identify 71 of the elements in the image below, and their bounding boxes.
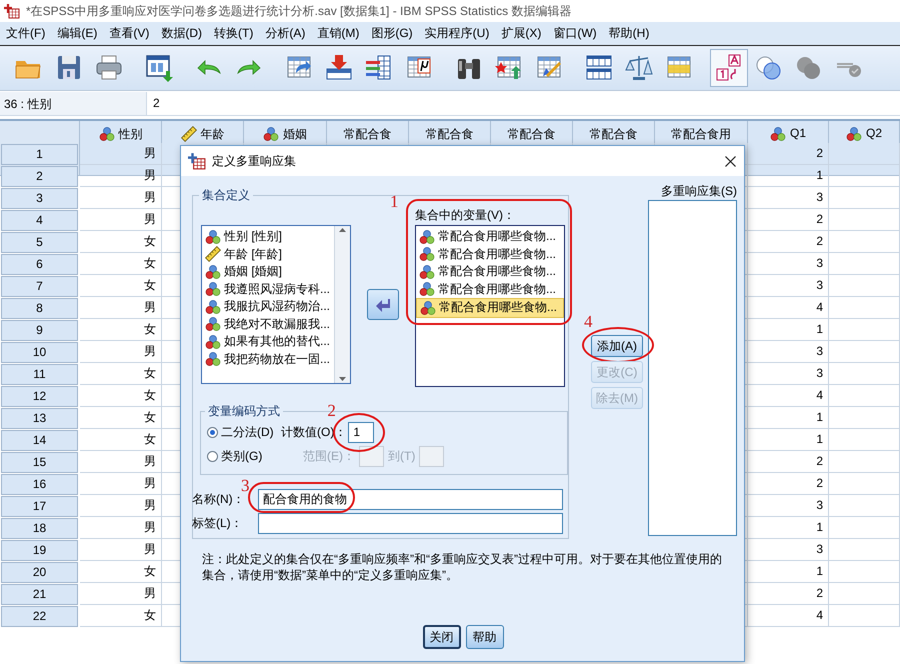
- field-label: 计数值(O)：: [281, 424, 346, 440]
- table-cell: 男: [80, 451, 162, 473]
- field-label: 到(T): [388, 448, 416, 464]
- column-title: 常配合食: [508, 126, 556, 143]
- table-cell: 男: [80, 209, 162, 231]
- field-label: 标签(L)：: [192, 515, 244, 532]
- table-cell: 女: [80, 605, 162, 627]
- table-cell: 女: [80, 407, 162, 429]
- field-label: 名称(N)：: [192, 492, 246, 508]
- field-label: 多重响应集(S): [661, 183, 737, 199]
- field-label: 范围(E)：: [303, 448, 355, 464]
- column-title: 常配合食: [344, 126, 392, 143]
- table-cell: 1: [748, 517, 829, 539]
- table-cell: 3: [748, 495, 829, 517]
- column-title: 年龄: [200, 126, 224, 143]
- table-cell: 1: [748, 319, 829, 341]
- table-cell: 男: [80, 165, 162, 187]
- table-cell: 女: [80, 561, 162, 583]
- table-cell: 3: [748, 253, 829, 275]
- table-cell: 男: [80, 583, 162, 605]
- table-cell: 女: [80, 429, 162, 451]
- table-cell: 男: [80, 539, 162, 561]
- annotation-number: 4: [584, 313, 592, 330]
- table-cell: 4: [748, 605, 829, 627]
- annotation-number: 3: [241, 477, 250, 494]
- table-cell: 女: [80, 253, 162, 275]
- column-title: 婚姻: [283, 126, 307, 143]
- table-cell: 4: [748, 297, 829, 319]
- annotation-number: 2: [327, 402, 336, 418]
- table-cell: 3: [748, 275, 829, 297]
- table-cell: 1: [748, 561, 829, 583]
- annotation-number: 1: [390, 193, 398, 210]
- table-cell: 2: [748, 143, 829, 165]
- column-title: Q2: [866, 126, 882, 140]
- column-title: Q1: [790, 126, 806, 140]
- dialog-title: 定义多重响应集: [212, 152, 296, 170]
- column-title: 常配合食: [590, 126, 638, 143]
- field-label: 集合中的变量(V)：: [415, 207, 516, 223]
- table-cell: 2: [748, 451, 829, 473]
- table-cell: 1: [748, 165, 829, 187]
- table-cell: 女: [80, 363, 162, 385]
- table-cell: 女: [80, 231, 162, 253]
- table-cell: 2: [748, 209, 829, 231]
- table-cell: 女: [80, 385, 162, 407]
- group-title: 变量编码方式: [207, 403, 281, 420]
- table-cell: 男: [80, 187, 162, 209]
- table-cell: 女: [80, 275, 162, 297]
- table-cell: 男: [80, 297, 162, 319]
- table-cell: 女: [80, 319, 162, 341]
- table-cell: 1: [748, 429, 829, 451]
- window-title: *在SPSS中用多重响应对医学问卷多选题进行统计分析.sav [数据集1] - IBM SPSS Statistics 数据编辑器: [26, 2, 572, 20]
- table-cell: 男: [80, 143, 162, 165]
- note-text: 注：此处定义的集合仅在“多重响应频率”和“多重响应交叉表”过程中可用。对于要在其他位置使用的集合，请使用“数据”菜单中的“定义多重响应集”。: [202, 551, 723, 583]
- table-cell: 男: [80, 473, 162, 495]
- table-cell: 3: [748, 363, 829, 385]
- table-cell: 1: [748, 407, 829, 429]
- table-cell: 男: [80, 517, 162, 539]
- table-cell: 2: [748, 583, 829, 605]
- table-cell: 男: [80, 341, 162, 363]
- group-title: 集合定义: [201, 187, 251, 204]
- cell-reference: 36 : 性别: [0, 92, 147, 115]
- table-cell: 男: [80, 495, 162, 517]
- column-title: 常配合食用: [671, 126, 731, 143]
- column-title: 常配合食: [426, 126, 474, 143]
- column-title: 性别: [118, 126, 142, 143]
- table-cell: 3: [748, 187, 829, 209]
- table-cell: 4: [748, 385, 829, 407]
- table-cell: 2: [748, 231, 829, 253]
- table-cell: 2: [748, 473, 829, 495]
- table-cell: 3: [748, 539, 829, 561]
- table-cell: 3: [748, 341, 829, 363]
